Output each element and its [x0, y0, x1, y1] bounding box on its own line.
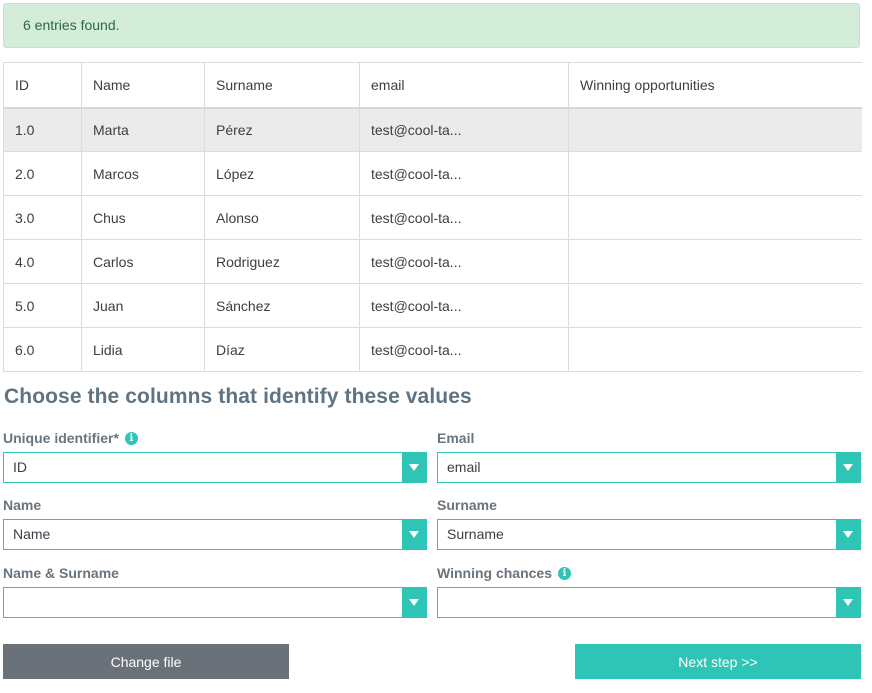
table-cell: Marcos — [81, 151, 205, 196]
results-alert: 6 entries found. — [3, 3, 860, 48]
table-row[interactable]: 2.0 Marcos López test@cool-ta... — [3, 151, 862, 196]
table-cell — [568, 151, 862, 196]
table-cell: Díaz — [204, 327, 360, 372]
dropdown-arrow-icon[interactable] — [402, 453, 426, 482]
table-cell — [568, 195, 862, 240]
table-cell: Pérez — [204, 107, 360, 152]
info-icon[interactable]: i — [124, 431, 138, 445]
table-cell: Chus — [81, 195, 205, 240]
field-label: Name & Surname — [3, 565, 119, 581]
table-header-row: ID Name Surname email Winning opportunit… — [3, 62, 862, 108]
table-cell: Sánchez — [204, 283, 360, 328]
table-cell: Rodriguez — [204, 239, 360, 284]
entries-table: ID Name Surname email Winning opportunit… — [3, 62, 862, 372]
dropdown-arrow-icon[interactable] — [836, 520, 860, 549]
email-select[interactable]: email — [437, 452, 861, 483]
results-count-text: 6 entries found. — [23, 17, 120, 33]
table-cell: test@cool-ta... — [359, 239, 569, 284]
table-cell: 2.0 — [3, 151, 82, 196]
table-row[interactable]: 4.0 Carlos Rodriguez test@cool-ta... — [3, 239, 862, 284]
table-cell: Alonso — [204, 195, 360, 240]
table-cell — [568, 327, 862, 372]
table-row[interactable]: 6.0 Lidia Díaz test@cool-ta... — [3, 327, 862, 372]
table-cell: Lidia — [81, 327, 205, 372]
column-header: Name — [81, 62, 205, 108]
dropdown-arrow-icon[interactable] — [402, 520, 426, 549]
table-cell: 5.0 — [3, 283, 82, 328]
name-select[interactable]: Name — [3, 519, 427, 550]
select-value: Name — [13, 526, 51, 542]
unique-identifier-select[interactable]: ID — [3, 452, 427, 483]
winning-chances-select[interactable] — [437, 587, 861, 618]
section-title: Choose the columns that identify these v… — [4, 385, 472, 408]
field-label: Winning chances — [437, 565, 553, 581]
name-and-surname-field: Name & Surname — [3, 564, 427, 618]
column-header: email — [359, 62, 569, 108]
column-header: ID — [3, 62, 82, 108]
table-cell: 6.0 — [3, 327, 82, 372]
change-file-button[interactable]: Change file — [3, 644, 289, 679]
table-cell: test@cool-ta... — [359, 327, 569, 372]
table-cell: Carlos — [81, 239, 205, 284]
table-cell — [568, 239, 862, 284]
column-header: Winning opportunities — [568, 62, 862, 108]
table-cell — [568, 107, 862, 152]
name-and-surname-select[interactable] — [3, 587, 427, 618]
field-label: Unique identifier* — [3, 430, 119, 446]
email-field: Email email — [437, 429, 861, 483]
table-cell: test@cool-ta... — [359, 151, 569, 196]
table-cell: test@cool-ta... — [359, 283, 569, 328]
winning-chances-field: Winning chances i — [437, 564, 861, 618]
table-cell — [568, 283, 862, 328]
table-row[interactable]: 5.0 Juan Sánchez test@cool-ta... — [3, 283, 862, 328]
name-field: Name Name — [3, 496, 427, 550]
dropdown-arrow-icon[interactable] — [836, 453, 860, 482]
dropdown-arrow-icon[interactable] — [836, 588, 860, 617]
table-cell: 3.0 — [3, 195, 82, 240]
surname-select[interactable]: Surname — [437, 519, 861, 550]
column-header: Surname — [204, 62, 360, 108]
field-label: Surname — [437, 497, 497, 513]
select-value: ID — [13, 459, 27, 475]
field-label: Email — [437, 430, 475, 446]
entries-table-container: ID Name Surname email Winning opportunit… — [3, 62, 862, 372]
info-icon[interactable]: i — [558, 566, 572, 580]
table-cell: 4.0 — [3, 239, 82, 284]
table-cell: Marta — [81, 107, 205, 152]
table-row[interactable]: 3.0 Chus Alonso test@cool-ta... — [3, 195, 862, 240]
unique-identifier-field: Unique identifier* i ID — [3, 429, 427, 483]
surname-field: Surname Surname — [437, 496, 861, 550]
table-cell: López — [204, 151, 360, 196]
select-value: Surname — [447, 526, 504, 542]
table-cell: test@cool-ta... — [359, 195, 569, 240]
next-step-button[interactable]: Next step >> — [575, 644, 861, 679]
table-row[interactable]: 1.0 Marta Pérez test@cool-ta... — [3, 107, 862, 152]
select-value: email — [447, 459, 481, 475]
table-cell: test@cool-ta... — [359, 107, 569, 152]
field-label: Name — [3, 497, 42, 513]
dropdown-arrow-icon[interactable] — [402, 588, 426, 617]
table-cell: 1.0 — [3, 107, 82, 152]
table-cell: Juan — [81, 283, 205, 328]
